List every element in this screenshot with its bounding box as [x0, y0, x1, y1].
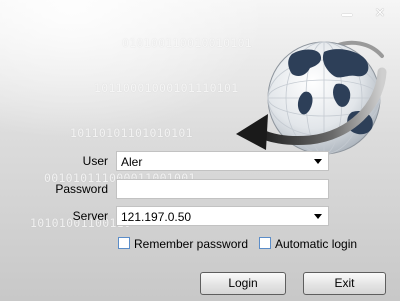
- exit-button[interactable]: Exit: [303, 272, 386, 295]
- chevron-down-icon[interactable]: [314, 159, 322, 164]
- user-value: Aler: [121, 155, 143, 169]
- minimize-button[interactable]: [337, 6, 357, 20]
- server-combobox[interactable]: 121.197.0.50: [116, 206, 329, 226]
- login-button[interactable]: Login: [200, 272, 286, 295]
- login-window: 010100110010010101 10110001000101110101 …: [0, 0, 400, 301]
- server-value: 121.197.0.50: [121, 210, 192, 224]
- close-icon: ✕: [374, 5, 386, 21]
- remember-password-checkbox[interactable]: [118, 237, 130, 249]
- globe-arrow-icon: [236, 40, 387, 155]
- close-button[interactable]: ✕: [370, 5, 390, 21]
- server-label: Server: [72, 209, 108, 223]
- password-field[interactable]: [116, 179, 329, 199]
- password-label: Password: [55, 182, 108, 196]
- user-combobox[interactable]: Aler: [116, 151, 329, 171]
- minimize-icon: [342, 14, 352, 16]
- automatic-login-checkbox[interactable]: [259, 237, 271, 249]
- remember-password-label[interactable]: Remember password: [134, 237, 248, 251]
- chevron-down-icon[interactable]: [314, 214, 322, 219]
- user-label: User: [82, 154, 108, 168]
- automatic-login-label[interactable]: Automatic login: [275, 237, 357, 251]
